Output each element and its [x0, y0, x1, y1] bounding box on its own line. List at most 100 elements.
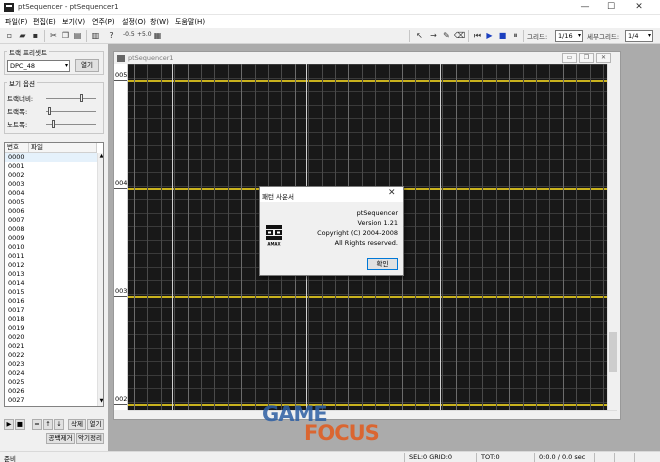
svg-text:AMAX: AMAX	[267, 242, 280, 247]
zoom-in-button[interactable]: +5.0	[137, 31, 152, 38]
preset-open-button[interactable]: 열기	[75, 59, 99, 72]
track-row[interactable]: 0010	[5, 243, 97, 252]
track-row[interactable]: 0018	[5, 315, 97, 324]
grid-scroll-thumb[interactable]	[609, 332, 617, 372]
track-row[interactable]: 0027	[5, 396, 97, 405]
track-row[interactable]: 0025	[5, 378, 97, 387]
stop-icon[interactable]: ■	[497, 30, 508, 41]
move-down-button[interactable]: ↓	[54, 419, 64, 430]
track-stop-button[interactable]: ■	[15, 419, 25, 430]
measure-tick	[114, 404, 127, 405]
track-row[interactable]: 0009	[5, 234, 97, 243]
track-row[interactable]: 0007	[5, 216, 97, 225]
track-size-slider[interactable]	[46, 111, 96, 112]
track-row[interactable]: 0022	[5, 351, 97, 360]
measure-tick	[114, 296, 127, 297]
track-row[interactable]: 0008	[5, 225, 97, 234]
menu-edit[interactable]: 편집(E)	[33, 17, 56, 27]
track-row[interactable]: 0012	[5, 261, 97, 270]
close-button[interactable]: ✕	[626, 0, 652, 15]
track-row[interactable]: 0013	[5, 270, 97, 279]
track-row[interactable]: 0017	[5, 306, 97, 315]
track-row[interactable]: 0011	[5, 252, 97, 261]
about-ok-button[interactable]: 확인	[367, 258, 398, 270]
subgrid-select-value: 1/4	[628, 32, 639, 40]
status-ready: 준비	[4, 455, 16, 462]
track-row[interactable]: 0026	[5, 387, 97, 396]
track-width-slider-thumb[interactable]	[79, 94, 83, 102]
preset-combo[interactable]: DPC_48 ▾	[7, 60, 70, 72]
track-list-scrollbar[interactable]: ▲ ▼	[97, 153, 103, 406]
print-icon[interactable]: ▥	[90, 30, 101, 41]
track-size-slider-thumb[interactable]	[48, 107, 52, 115]
save-icon[interactable]: ▪	[30, 30, 41, 41]
menu-settings[interactable]: 설정(O)	[122, 17, 146, 27]
grid-select[interactable]: 1/16 ▾	[555, 30, 583, 42]
pointer-icon[interactable]: ↖	[414, 30, 425, 41]
track-row[interactable]: 0019	[5, 324, 97, 333]
paste-icon[interactable]: ▤	[72, 30, 83, 41]
track-row[interactable]: 0020	[5, 333, 97, 342]
grid-horizontal-scrollbar[interactable]	[128, 410, 617, 419]
grid-select-value: 1/16	[558, 32, 573, 40]
about-close-icon[interactable]: ✕	[388, 188, 396, 198]
arrow-right-icon[interactable]: →	[428, 30, 439, 41]
grid-vertical-scrollbar[interactable]	[607, 64, 617, 410]
track-row[interactable]: 0002	[5, 171, 97, 180]
document-icon	[117, 55, 125, 62]
delete-button[interactable]: 삭제	[68, 419, 86, 430]
scroll-up-icon[interactable]: ▲	[98, 153, 103, 160]
track-row[interactable]: 0021	[5, 342, 97, 351]
track-width-slider[interactable]	[46, 98, 96, 99]
pencil-icon[interactable]: ✎	[441, 30, 452, 41]
track-row[interactable]: 0005	[5, 198, 97, 207]
zoom-out-button[interactable]: -0.5	[123, 31, 135, 38]
track-list[interactable]: 번호 파일 0000 0001 0002 0003 0004 0005 0006 0007 00…	[4, 142, 104, 407]
play-icon[interactable]: ▶	[484, 30, 495, 41]
menu-play[interactable]: 연주(P)	[92, 17, 115, 27]
copy-icon[interactable]: ❐	[60, 30, 71, 41]
track-row[interactable]: 0015	[5, 288, 97, 297]
track-row[interactable]: 0024	[5, 369, 97, 378]
child-close-button[interactable]: ✕	[596, 53, 611, 63]
grid-icon[interactable]: ▦	[152, 30, 163, 41]
status-separator	[534, 453, 535, 462]
note-width-slider-thumb[interactable]	[51, 120, 55, 128]
track-play-button[interactable]: ▶	[4, 419, 14, 430]
column-header-file[interactable]: 파일	[29, 143, 97, 153]
sort-instruments-button[interactable]: 악기정리	[76, 433, 104, 444]
help-icon[interactable]: ?	[106, 30, 117, 41]
menu-file[interactable]: 파일(F)	[5, 17, 27, 27]
eraser-icon[interactable]: ⌫	[454, 30, 465, 41]
menu-view[interactable]: 보기(V)	[62, 17, 85, 27]
child-minimize-button[interactable]: ▭	[562, 53, 577, 63]
column-header-number[interactable]: 번호	[5, 143, 29, 153]
track-row[interactable]: 0023	[5, 360, 97, 369]
status-separator	[634, 453, 635, 462]
track-open-button[interactable]: 열기	[87, 419, 104, 430]
track-row[interactable]: 0000	[5, 153, 97, 162]
track-row[interactable]: 0004	[5, 189, 97, 198]
track-row[interactable]: 0016	[5, 297, 97, 306]
remove-space-button[interactable]: 공백제거	[46, 433, 75, 444]
track-row[interactable]: 0006	[5, 207, 97, 216]
track-equal-button[interactable]: =	[32, 419, 42, 430]
maximize-button[interactable]: ☐	[598, 0, 624, 15]
skip-start-icon[interactable]: ⏮	[472, 30, 483, 41]
minimize-button[interactable]: —	[572, 0, 598, 15]
grid-column-line	[576, 64, 577, 410]
move-up-button[interactable]: ↑	[43, 419, 53, 430]
open-folder-icon[interactable]: ▰	[17, 30, 28, 41]
menu-window[interactable]: 창(W)	[150, 17, 169, 27]
menu-help[interactable]: 도움말(H)	[175, 17, 205, 27]
track-row[interactable]: 0003	[5, 180, 97, 189]
cut-icon[interactable]: ✂	[48, 30, 59, 41]
toolbar-separator	[44, 30, 45, 42]
track-row[interactable]: 0014	[5, 279, 97, 288]
new-file-icon[interactable]: ▫	[4, 30, 15, 41]
track-row[interactable]: 0001	[5, 162, 97, 171]
scroll-down-icon[interactable]: ▼	[98, 398, 103, 405]
child-restore-button[interactable]: ❐	[579, 53, 594, 63]
subgrid-select[interactable]: 1/4 ▾	[625, 30, 653, 42]
pause-icon[interactable]: ⏸	[510, 30, 521, 41]
